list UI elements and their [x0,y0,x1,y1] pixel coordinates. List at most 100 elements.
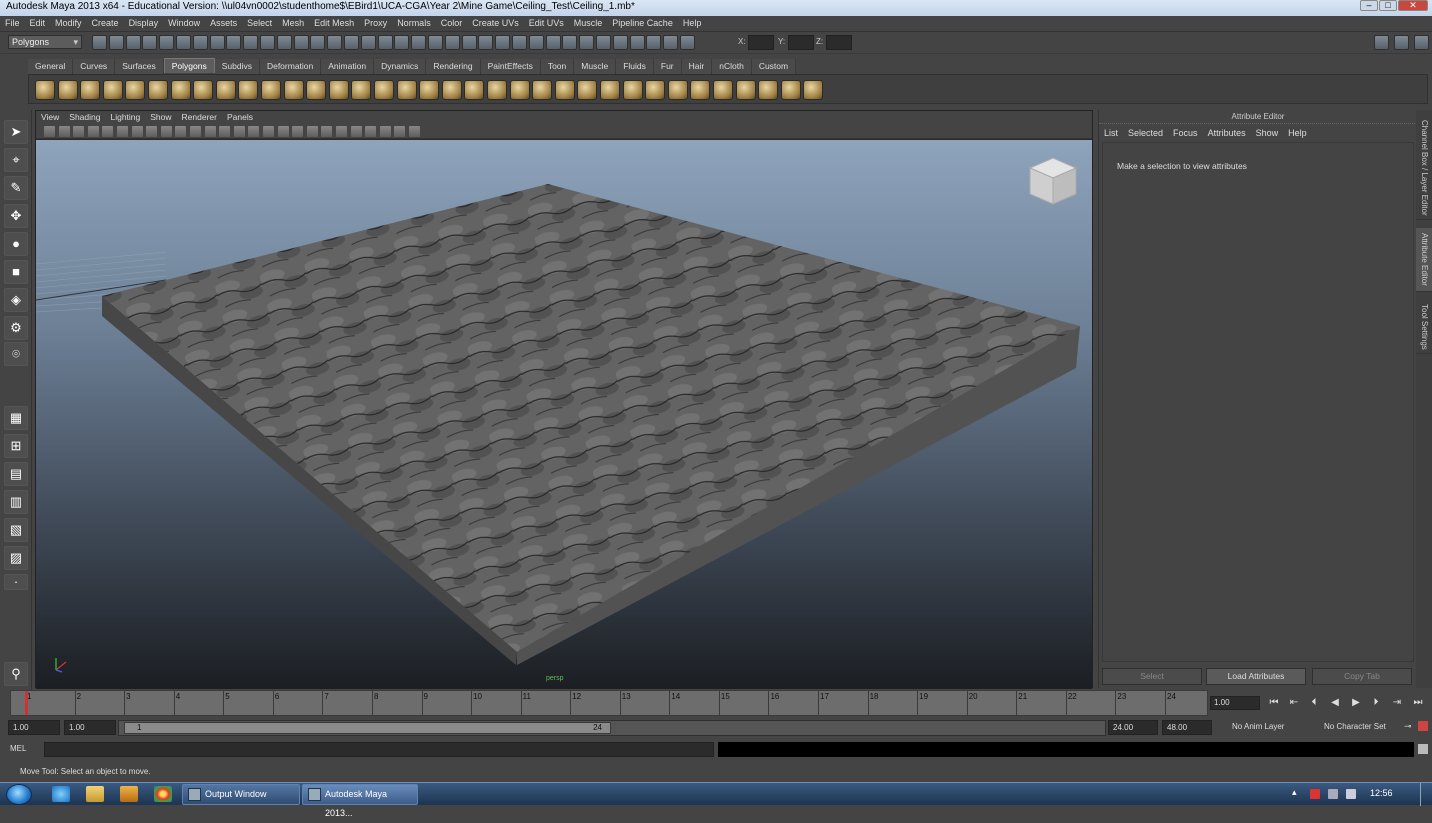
menu-color[interactable]: Color [436,16,468,31]
channel-box-toggle-icon[interactable] [1394,35,1409,50]
coord-z-input[interactable] [826,35,852,50]
tab-ncloth[interactable]: nCloth [712,59,752,74]
hypershade-layout-icon[interactable]: ▧ [4,518,28,542]
shelf-tool-icon[interactable] [622,80,643,100]
status-tool-icon[interactable] [528,35,544,50]
shelf-tool-icon[interactable] [215,80,236,100]
volume-icon[interactable] [1346,789,1356,799]
status-tool-icon[interactable] [428,35,443,50]
attr-menu-focus[interactable]: Focus [1168,126,1203,141]
viewport-tool-icon[interactable] [87,126,99,137]
status-tool-icon[interactable] [293,35,309,50]
view-cube[interactable] [1026,154,1080,208]
persp-outliner-layout-icon[interactable]: ▤ [4,462,28,486]
playback-end-field[interactable]: 24.00 [1108,720,1158,735]
tab-hair[interactable]: Hair [681,59,713,74]
chrome-icon[interactable] [154,786,172,802]
status-tool-icon[interactable] [260,35,275,50]
viewport-menu-panels[interactable]: Panels [222,111,258,124]
time-slider[interactable]: 1 2 3 4 5 6 7 8 9 10 11 12 13 14 15 16 17 18 19 20 21 22 23 24 [10,690,1208,716]
rotate-tool-icon[interactable]: ● [4,232,28,256]
status-tool-icon[interactable] [310,35,326,50]
shelf-tool-icon[interactable] [419,80,440,100]
shelf-tool-icon[interactable] [35,80,55,100]
character-set-dropdown[interactable]: No Character Set [1320,720,1402,735]
shelf-tool-icon[interactable] [148,80,168,100]
more-layouts-icon[interactable]: · [4,574,28,590]
tab-deformation[interactable]: Deformation [259,59,322,74]
viewport-menu-lighting[interactable]: Lighting [105,111,145,124]
shelf-tool-icon[interactable] [554,80,575,100]
menu-pipeline-cache[interactable]: Pipeline Cache [607,16,678,31]
status-tool-icon[interactable] [444,35,460,50]
tab-animation[interactable]: Animation [321,59,375,74]
play-forwards-icon[interactable]: ▶ [1347,697,1365,708]
shelf-tool-icon[interactable] [464,80,485,100]
anim-layer-dropdown[interactable]: No Anim Layer [1228,720,1316,735]
shelf-tool-icon[interactable] [690,80,711,100]
viewport-tool-icon[interactable] [160,126,172,137]
step-back-key-icon[interactable]: ⇤ [1285,697,1303,708]
tab-attribute-editor[interactable]: Attribute Editor [1416,228,1432,292]
shelf-tool-icon[interactable] [170,80,191,100]
tab-fluids[interactable]: Fluids [616,59,654,74]
minimize-button[interactable]: – [1360,0,1378,11]
shelf-tool-icon[interactable] [351,80,372,100]
menu-window[interactable]: Window [163,16,205,31]
menu-muscle[interactable]: Muscle [569,16,608,31]
internet-explorer-icon[interactable] [52,786,70,802]
menu-assets[interactable]: Assets [205,16,242,31]
taskbar-output-window[interactable]: Output Window [182,784,300,805]
menu-help[interactable]: Help [678,16,707,31]
status-tool-icon[interactable] [344,35,359,50]
go-to-start-icon[interactable]: ⏮ [1265,697,1283,708]
shelf-tool-icon[interactable] [374,80,394,100]
status-tool-icon[interactable] [276,35,292,50]
mel-input[interactable] [44,742,714,757]
viewport-tool-icon[interactable] [321,126,333,137]
status-tool-icon[interactable] [159,35,175,50]
status-tool-icon[interactable] [663,35,679,50]
viewport-tool-icon[interactable] [146,126,158,137]
viewport-tool-icon[interactable] [336,126,347,137]
viewport-tool-icon[interactable] [204,126,216,137]
status-tool-icon[interactable] [176,35,191,50]
shelf-tool-icon[interactable] [441,80,462,100]
status-tool-icon[interactable] [92,35,107,50]
status-tool-icon[interactable] [411,35,427,50]
status-tool-icon[interactable] [579,35,595,50]
tab-polygons[interactable]: Polygons [163,58,215,73]
show-hidden-icons-icon[interactable]: ▴ [1292,787,1297,798]
viewport-tool-icon[interactable] [394,126,406,137]
last-tool-icon[interactable]: ⌾ [4,342,28,366]
menu-create-uvs[interactable]: Create UVs [467,16,524,31]
shelf-tool-icon[interactable] [80,80,101,100]
status-tool-icon[interactable] [646,35,662,50]
menu-select[interactable]: Select [242,16,277,31]
menu-display[interactable]: Display [124,16,164,31]
file-explorer-icon[interactable] [86,786,104,802]
tab-subdivs[interactable]: Subdivs [214,59,260,74]
show-desktop-button[interactable] [1420,783,1432,806]
step-forward-frame-icon[interactable]: ⏵ [1367,697,1385,708]
end-time-field[interactable]: 48.00 [1162,720,1212,735]
load-attributes-button[interactable]: Load Attributes [1206,668,1306,685]
shelf-tool-icon[interactable] [713,80,733,100]
ceiling-mesh[interactable] [102,184,1080,665]
viewport-tool-icon[interactable] [292,126,304,137]
status-tool-icon[interactable] [596,35,611,50]
menu-set-dropdown[interactable]: Polygons ▾ [8,35,82,49]
media-player-icon[interactable] [120,786,138,802]
play-backwards-icon[interactable]: ◀ [1326,697,1344,708]
lasso-tool-icon[interactable]: ⌖ [4,148,28,172]
status-tool-icon[interactable] [512,35,527,50]
status-tool-icon[interactable] [209,35,225,50]
current-time-indicator[interactable] [25,691,28,715]
shelf-tool-icon[interactable] [667,80,688,100]
status-tool-icon[interactable] [545,35,561,50]
go-to-end-icon[interactable]: ⏭ [1409,697,1427,708]
shelf-tool-icon[interactable] [735,80,756,100]
move-tool-icon[interactable]: ✥ [4,204,28,228]
select-button[interactable]: Select [1102,668,1202,685]
start-button[interactable] [6,784,32,805]
